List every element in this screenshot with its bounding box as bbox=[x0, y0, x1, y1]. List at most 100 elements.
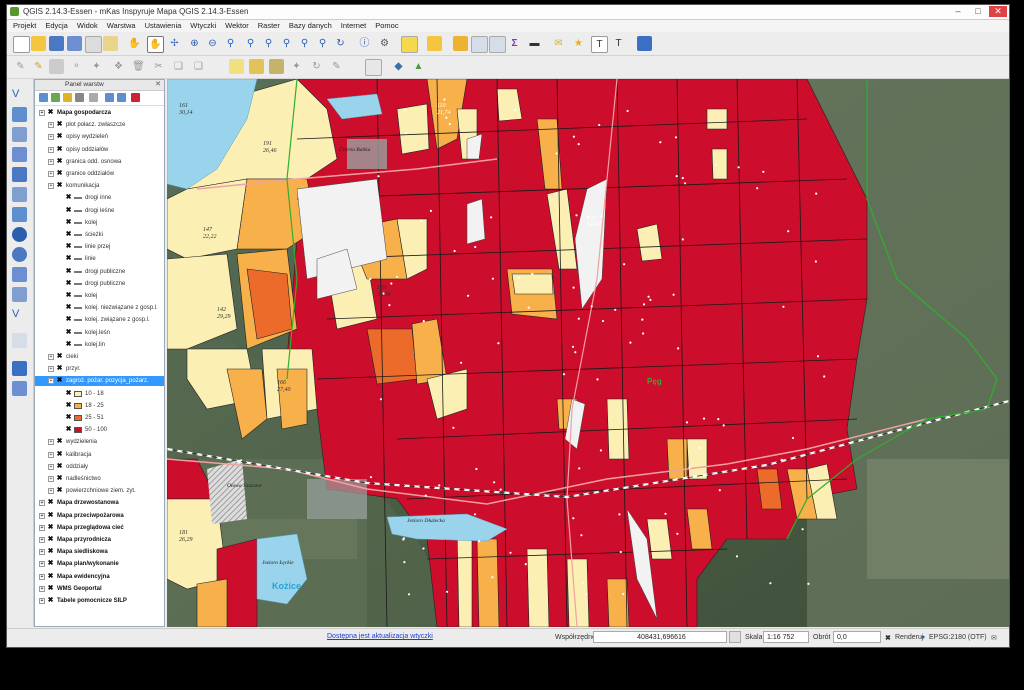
visibility-checkbox[interactable]: ✖ bbox=[56, 377, 63, 385]
move-feature-icon[interactable]: ✦ bbox=[89, 59, 104, 74]
expand-icon[interactable]: + bbox=[48, 134, 54, 141]
expand-icon[interactable]: + bbox=[48, 378, 54, 385]
visibility-checkbox[interactable]: ✖ bbox=[65, 280, 72, 288]
expand-icon[interactable]: + bbox=[39, 110, 45, 116]
add-mssql-layer-icon[interactable] bbox=[12, 167, 27, 182]
run-action-icon[interactable]: ⚙ bbox=[377, 36, 392, 51]
zoom-full-icon[interactable]: ⚲ bbox=[243, 36, 258, 51]
visibility-checkbox[interactable]: ✖ bbox=[47, 597, 54, 605]
visibility-checkbox[interactable]: ✖ bbox=[56, 170, 63, 178]
zoom-selection-icon[interactable]: ⚲ bbox=[261, 36, 276, 51]
visibility-checkbox[interactable]: ✖ bbox=[47, 536, 54, 544]
identify-icon[interactable]: ⓘ bbox=[357, 36, 372, 51]
expand-icon[interactable]: + bbox=[48, 463, 54, 470]
add-vector-layer-icon[interactable]: V bbox=[12, 87, 27, 102]
visibility-checkbox[interactable]: ✖ bbox=[65, 231, 72, 239]
filter-legend-icon[interactable] bbox=[75, 93, 84, 102]
layer-row[interactable]: ✖ kolej. związane z gosp.l. bbox=[35, 315, 164, 325]
layer-row[interactable]: ✖ 18 - 25 bbox=[35, 401, 164, 411]
bookmark-icon[interactable]: ★ bbox=[571, 36, 586, 51]
grass-tools-icon[interactable]: ▲ bbox=[411, 59, 426, 74]
coordinate-field[interactable]: 408431,696616 bbox=[593, 631, 727, 643]
add-postgis-layer-icon[interactable] bbox=[12, 127, 27, 142]
menu-bazy-danych[interactable]: Bazy danych bbox=[289, 20, 332, 32]
visibility-checkbox[interactable]: ✖ bbox=[65, 243, 72, 251]
layer-row[interactable]: ✖ kolej bbox=[35, 218, 164, 228]
layer-row[interactable]: + ✖ płot połacz. zwłaszcze bbox=[35, 120, 164, 130]
layer-row[interactable]: + ✖ opisy wydzieleń bbox=[35, 132, 164, 142]
visibility-checkbox[interactable]: ✖ bbox=[65, 304, 72, 312]
visibility-checkbox[interactable]: ✖ bbox=[56, 451, 63, 459]
add-wcs-layer-icon[interactable] bbox=[12, 247, 27, 262]
visibility-checkbox[interactable]: ✖ bbox=[65, 426, 72, 434]
layer-row[interactable]: + ✖ oddziały bbox=[35, 462, 164, 472]
layer-row[interactable]: ✖ kolej bbox=[35, 291, 164, 301]
layer-row[interactable]: + ✖ Mapa przeciwpożarowa bbox=[35, 511, 164, 521]
expand-icon[interactable]: + bbox=[39, 524, 45, 531]
pan-to-selection-icon[interactable]: ✢ bbox=[167, 36, 182, 51]
print-composer-icon[interactable] bbox=[85, 36, 102, 53]
layer-row[interactable]: ✖ 25 - 51 bbox=[35, 413, 164, 423]
layer-row[interactable]: + ✖ kalibracja bbox=[35, 450, 164, 460]
zoom-actual-icon[interactable]: ⚲ bbox=[223, 36, 238, 51]
expand-icon[interactable]: + bbox=[39, 585, 45, 592]
open-layer-styling-icon[interactable] bbox=[39, 93, 48, 102]
expand-icon[interactable]: + bbox=[48, 451, 54, 458]
add-raster-layer-icon[interactable] bbox=[12, 107, 27, 122]
add-feature-icon[interactable]: ⚬ bbox=[69, 59, 84, 74]
visibility-checkbox[interactable]: ✖ bbox=[56, 438, 63, 446]
layer-row[interactable]: + ✖ nadleśnictwo bbox=[35, 474, 164, 484]
crs-globe-icon[interactable]: ● bbox=[921, 634, 925, 641]
visibility-checkbox[interactable]: ✖ bbox=[47, 548, 54, 556]
menu-raster[interactable]: Raster bbox=[258, 20, 280, 32]
zoom-out-icon[interactable]: ⊖ bbox=[205, 36, 220, 51]
add-spatialite-layer-icon[interactable] bbox=[12, 147, 27, 162]
menu-edycja[interactable]: Edycja bbox=[45, 20, 68, 32]
layer-row[interactable]: + ✖ Mapa plan/wykonanie bbox=[35, 559, 164, 569]
visibility-checkbox[interactable]: ✖ bbox=[65, 292, 72, 300]
collapse-all-icon[interactable] bbox=[117, 93, 126, 102]
close-button[interactable]: ✕ bbox=[989, 6, 1007, 17]
layer-row[interactable]: + ✖ Mapa przyrodnicza bbox=[35, 535, 164, 545]
statistics-icon[interactable]: Σ bbox=[507, 36, 522, 51]
panel-close-icon[interactable]: ✕ bbox=[155, 80, 161, 88]
maximize-button[interactable]: □ bbox=[969, 6, 987, 17]
expand-icon[interactable]: + bbox=[48, 122, 54, 129]
expand-icon[interactable]: + bbox=[48, 158, 54, 165]
toggle-extents-icon[interactable] bbox=[729, 631, 741, 643]
layer-row[interactable]: + ✖ wydzielenia bbox=[35, 437, 164, 447]
layer-row[interactable]: + ✖ Mapa ewidencyjna bbox=[35, 572, 164, 582]
visibility-checkbox[interactable]: ✖ bbox=[65, 207, 72, 215]
paste-features-icon[interactable]: ❏ bbox=[191, 59, 206, 74]
visibility-checkbox[interactable]: ✖ bbox=[56, 133, 63, 141]
layer-row[interactable]: ✖ 50 - 100 bbox=[35, 425, 164, 435]
zoom-last-icon[interactable]: ⚲ bbox=[297, 36, 312, 51]
expand-icon[interactable]: + bbox=[48, 488, 54, 495]
add-delimited-text-icon[interactable] bbox=[12, 287, 27, 302]
expression-filter-icon[interactable] bbox=[89, 93, 98, 102]
help-icon[interactable] bbox=[637, 36, 652, 51]
layer-row[interactable]: + ✖ Mapa przeglądowa cieć bbox=[35, 523, 164, 533]
copy-features-icon[interactable]: ❏ bbox=[171, 59, 186, 74]
new-gpx-icon[interactable] bbox=[12, 361, 27, 376]
render-checkbox[interactable]: ✖ bbox=[885, 634, 891, 642]
layer-row[interactable]: + ✖ granice oddziałów bbox=[35, 169, 164, 179]
visibility-checkbox[interactable]: ✖ bbox=[47, 524, 54, 532]
layer-row[interactable]: ✖ drogi inne bbox=[35, 193, 164, 203]
expand-icon[interactable]: + bbox=[48, 439, 54, 446]
visibility-checkbox[interactable]: ✖ bbox=[56, 146, 63, 154]
label-tool-icon[interactable] bbox=[229, 59, 244, 74]
layer-row[interactable]: + ✖ Mapa gospodarcza bbox=[35, 108, 164, 118]
measure-icon[interactable]: ▬ bbox=[527, 36, 542, 51]
layer-row[interactable]: + ✖ zagroż. pożar. pozycja_pożarz. bbox=[35, 376, 164, 387]
layer-row[interactable]: ✖ kolej.lin bbox=[35, 340, 164, 350]
node-tool-icon[interactable]: ❖ bbox=[111, 59, 126, 74]
new-shapefile-icon[interactable]: V bbox=[12, 307, 27, 322]
layer-row[interactable]: + ✖ Tabele pomocnicze SILP bbox=[35, 596, 164, 606]
current-edits-icon[interactable]: ✎ bbox=[13, 59, 28, 74]
manage-visibility-icon[interactable] bbox=[63, 93, 72, 102]
add-db2-layer-icon[interactable] bbox=[12, 207, 27, 222]
visibility-checkbox[interactable]: ✖ bbox=[56, 365, 63, 373]
plugin-update-link[interactable]: Dostępna jest aktualizacja wtyczki bbox=[327, 633, 433, 640]
plugin-tool-icon[interactable] bbox=[365, 59, 382, 76]
